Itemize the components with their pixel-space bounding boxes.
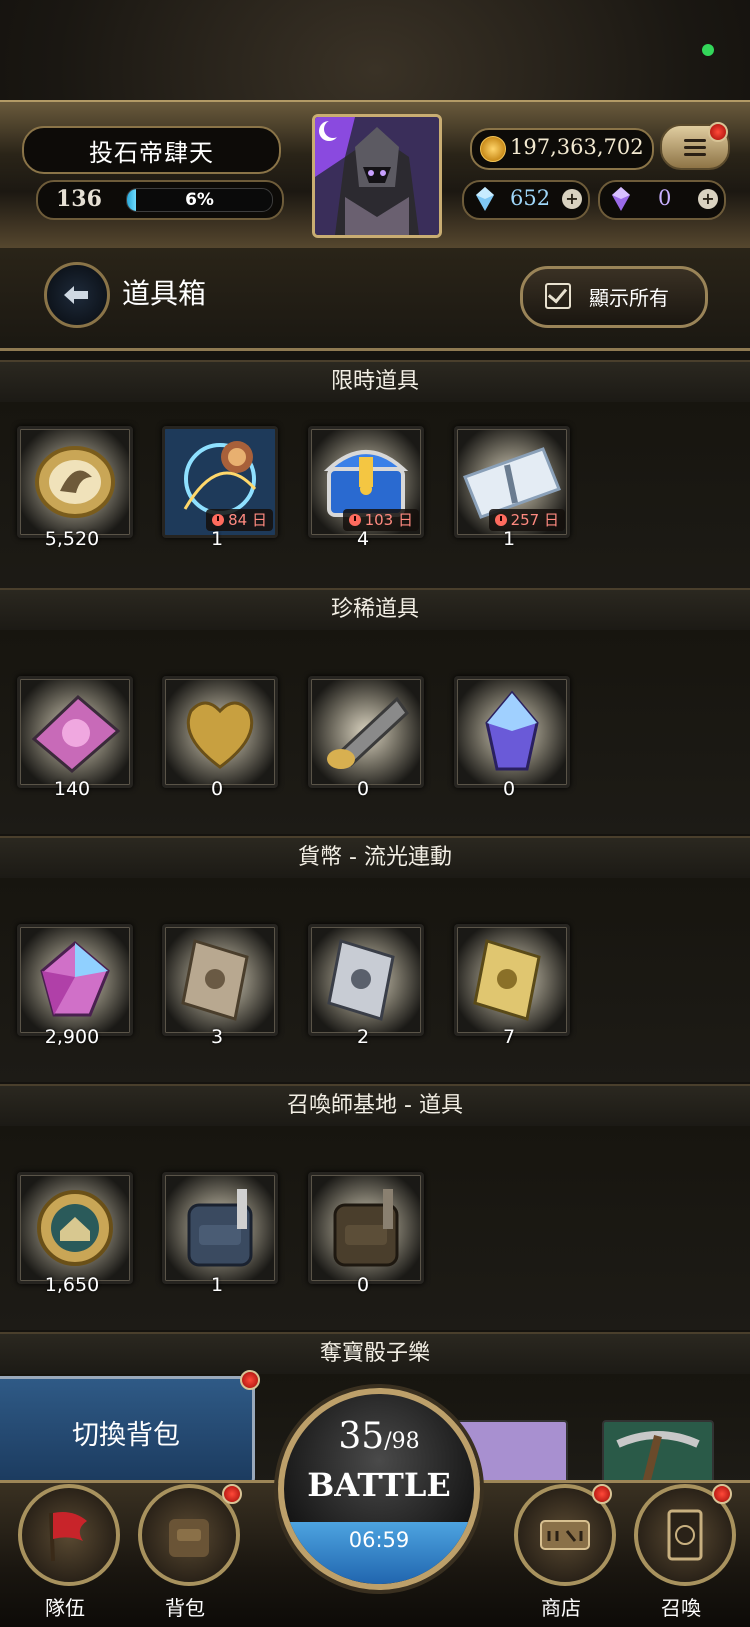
golden-horn-icon [327,696,409,769]
item-count: 5,520 [44,528,100,550]
item-count: 4 [356,528,370,550]
show-all-label: 顯示所有 [589,286,669,310]
purple-crystal-amount: 0 [658,186,672,210]
item-blue-treasure-chest[interactable]: 103 日 [308,426,424,538]
purple-crystal-counter: 0 + [598,180,726,220]
exp-bar: 6% [126,188,273,212]
item-count: 0 [502,778,516,800]
item-pink-skill-card[interactable] [17,676,133,788]
battle-button[interactable]: 35/98 BATTLE 06:59 [278,1388,480,1590]
section-header-currency: 貨幣 - 流光連動 [0,836,750,881]
gold-counter: 197,363,702 [470,128,654,170]
back-button[interactable] [44,262,110,328]
item-rainbow-gem[interactable] [17,924,133,1036]
nav-shop-button[interactable]: 商店 [506,1484,616,1624]
stamina-counter: 35/98 [338,1416,420,1457]
item-count: 1,650 [44,1274,100,1296]
gold-amount: 197,363,702 [510,135,644,159]
status-indicator [702,44,714,56]
purple-crystal-icon [612,187,630,211]
nav-shop-label: 商店 [541,1596,581,1620]
shop-notification-dot [592,1484,612,1504]
item-count: 1 [210,1274,224,1296]
add-purple-crystal-button[interactable]: + [698,189,718,209]
gold-coin-icon [480,136,506,162]
item-count: 3 [210,1026,224,1048]
summon-card-icon [667,1509,703,1561]
section-header-dice: 奪寶骰子樂 [0,1332,750,1377]
player-level: 136 [56,186,102,212]
nav-bag-button[interactable]: 背包 [130,1484,240,1624]
rainbow-gem-icon [40,941,110,1017]
base-coin-icon [37,1190,113,1266]
show-all-toggle[interactable]: 顯示所有 [520,266,708,328]
nav-summon-button[interactable]: 召喚 [626,1484,736,1624]
gold-coin-token-icon [35,446,115,518]
item-lion-summon-orb[interactable]: 84 日 [162,426,278,538]
level-box: 136 6% [36,180,284,220]
blue-crystal-icon [476,187,494,211]
item-count: 2,900 [44,1026,100,1048]
item-bronze-card[interactable] [162,924,278,1036]
nav-summon-label: 召喚 [661,1596,701,1620]
checkbox-icon [545,283,571,309]
silver-card-icon [327,939,395,1021]
exp-percent: 6% [185,190,214,210]
nav-team-label: 隊伍 [45,1596,85,1620]
section-header-limited: 限時道具 [0,360,750,405]
bag-notification-dot [222,1484,242,1504]
menu-icon [684,138,706,142]
item-base-coin[interactable] [17,1172,133,1284]
menu-notification-dot [708,122,728,142]
back-arrow-icon [64,286,88,304]
prism-crystal-icon [485,690,539,771]
add-blue-crystal-button[interactable]: + [562,189,582,209]
nav-team-button[interactable]: 隊伍 [10,1484,120,1624]
backpack-icon [169,1519,209,1557]
golden-heart-icon [186,701,254,769]
player-name[interactable]: 投石帝肆天 [22,126,281,174]
summon-notification-dot [712,1484,732,1504]
section-header-base: 召喚師基地 - 道具 [0,1084,750,1129]
item-silver-card[interactable] [308,924,424,1036]
clock-icon [348,514,361,526]
flag-icon [49,1512,87,1562]
switch-bag-notification-dot [240,1370,260,1390]
item-gold-coin-token[interactable] [17,426,133,538]
blue-crystal-amount: 652 [510,186,551,210]
item-count: 2 [356,1026,370,1048]
item-count: 140 [53,778,91,800]
bronze-card-icon [181,939,249,1021]
section-header-rare: 珍稀道具 [0,588,750,633]
stamina-timer: 06:59 [348,1528,410,1552]
avatar-portrait-icon [315,117,439,235]
item-count: 1 [210,528,224,550]
inventory-title: 道具箱 [122,277,207,310]
switch-bag-button[interactable]: 切換背包 [0,1376,255,1488]
item-golden-heart[interactable] [162,676,278,788]
nav-bag-label: 背包 [165,1596,205,1620]
brown-backpack-icon [333,1189,399,1267]
clock-icon [212,514,225,526]
item-prism-crystal[interactable] [454,676,570,788]
battle-label: BATTLE [307,1466,451,1504]
clock-icon [494,514,507,526]
item-count: 7 [502,1026,516,1048]
item-count: 0 [210,778,224,800]
player-avatar[interactable] [312,114,442,238]
blue-crystal-counter: 652 + [462,180,590,220]
item-count: 0 [356,778,370,800]
item-count: 0 [356,1274,370,1296]
pink-skill-card-icon [31,694,121,773]
gold-card-icon [473,939,541,1021]
shop-sign-icon [540,1520,590,1550]
blue-backpack-icon [187,1189,253,1267]
item-golden-horn[interactable] [308,676,424,788]
item-silver-ticket[interactable]: 257 日 [454,426,570,538]
item-gold-card[interactable] [454,924,570,1036]
item-blue-backpack[interactable] [162,1172,278,1284]
item-brown-backpack[interactable] [308,1172,424,1284]
item-count: 1 [502,528,516,550]
